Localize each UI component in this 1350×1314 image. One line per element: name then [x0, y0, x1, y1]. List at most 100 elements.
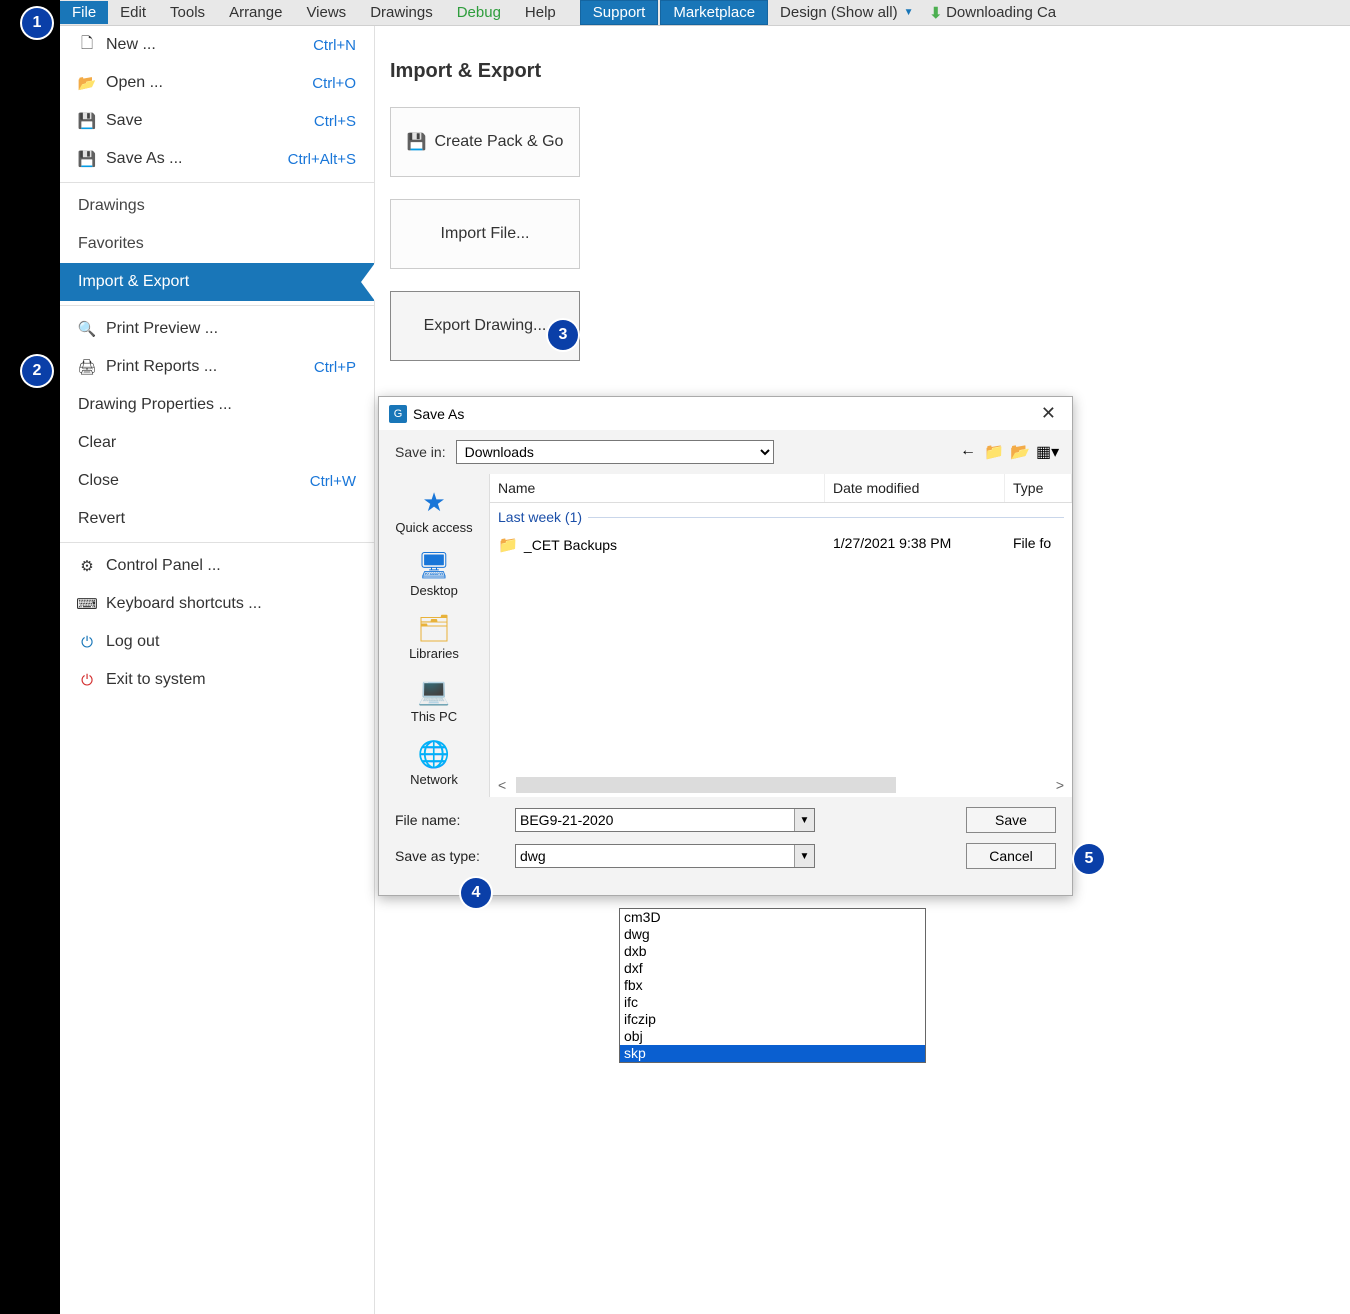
- file-name: _CET Backups: [524, 537, 617, 553]
- file-row[interactable]: 📁_CET Backups 1/27/2021 9:38 PM File fo: [490, 531, 1072, 559]
- new-folder-icon[interactable]: 📂: [1010, 442, 1030, 462]
- print-preview-icon: 🔍: [78, 320, 96, 338]
- type-option[interactable]: obj: [620, 1028, 925, 1045]
- save-type-label: Save as type:: [395, 848, 515, 864]
- callout-4: 4: [461, 878, 491, 908]
- type-option[interactable]: fbx: [620, 977, 925, 994]
- label: Network: [410, 772, 458, 787]
- label: Print Preview ...: [106, 320, 218, 338]
- label: Drawings: [78, 197, 145, 215]
- file-name-input[interactable]: BEG9-21-2020 ▼: [515, 808, 815, 832]
- label: Keyboard shortcuts ...: [106, 595, 262, 613]
- label: Clear: [78, 434, 116, 452]
- place-network[interactable]: 🌐Network: [379, 732, 489, 791]
- chevron-down-icon[interactable]: ▼: [794, 809, 814, 831]
- cancel-button[interactable]: Cancel: [966, 843, 1056, 869]
- type-option[interactable]: ifczip: [620, 1011, 925, 1028]
- file-log-out[interactable]: ⏻ Log out: [60, 623, 374, 661]
- import-file-button[interactable]: Import File...: [390, 199, 580, 269]
- place-this-pc[interactable]: 💻This PC: [379, 669, 489, 728]
- col-name[interactable]: Name: [490, 474, 825, 502]
- type-option[interactable]: dwg: [620, 926, 925, 943]
- label: Log out: [106, 633, 159, 651]
- dialog-toolbar: Save in: Downloads ← 📁 📂 ▦▾: [379, 430, 1072, 474]
- file-keyboard-shortcuts[interactable]: ⌨ Keyboard shortcuts ...: [60, 585, 374, 623]
- menu-drawings[interactable]: Drawings: [358, 1, 445, 24]
- column-headers[interactable]: Name Date modified Type: [490, 474, 1072, 503]
- save-in-dropdown[interactable]: Downloads: [456, 440, 774, 464]
- callout-2: 2: [22, 356, 52, 386]
- scrollbar-track[interactable]: [516, 777, 896, 793]
- close-button[interactable]: ✕: [1035, 403, 1062, 424]
- label: Quick access: [395, 520, 472, 535]
- design-dropdown-label: Design (Show all): [780, 4, 898, 21]
- place-libraries[interactable]: 🗂Libraries: [379, 606, 489, 665]
- file-drawing-properties[interactable]: Drawing Properties ...: [60, 386, 374, 424]
- file-close[interactable]: Close Ctrl+W: [60, 462, 374, 500]
- support-button[interactable]: Support: [580, 0, 659, 25]
- save-type-value: dwg: [520, 848, 546, 864]
- shortcut: Ctrl+P: [314, 359, 356, 376]
- menu-edit[interactable]: Edit: [108, 1, 158, 24]
- horizontal-scrollbar[interactable]: < >: [490, 773, 1072, 797]
- place-desktop[interactable]: 🖥Desktop: [379, 543, 489, 602]
- label: This PC: [411, 709, 457, 724]
- chevron-down-icon[interactable]: ▼: [794, 845, 814, 867]
- type-option-selected[interactable]: skp: [620, 1045, 925, 1062]
- label: Libraries: [409, 646, 459, 661]
- file-open-label: Open ...: [106, 74, 163, 92]
- file-favorites[interactable]: Favorites: [60, 225, 374, 263]
- places-bar: ★Quick access 🖥Desktop 🗂Libraries 💻This …: [379, 474, 489, 797]
- file-exit[interactable]: ⏻ Exit to system: [60, 661, 374, 699]
- view-menu-icon[interactable]: ▦▾: [1036, 442, 1056, 462]
- page-title: Import & Export: [390, 60, 1350, 83]
- download-arrow-icon: ⬇: [929, 4, 942, 22]
- type-option[interactable]: cm3D: [620, 909, 925, 926]
- label: Favorites: [78, 235, 144, 253]
- col-type[interactable]: Type: [1005, 474, 1072, 502]
- menu-debug[interactable]: Debug: [445, 1, 513, 24]
- back-icon[interactable]: ←: [958, 442, 978, 462]
- file-open[interactable]: 📂 Open ... Ctrl+O: [60, 64, 374, 102]
- file-print-reports[interactable]: 🖨 Print Reports ... Ctrl+P: [60, 348, 374, 386]
- menu-tools[interactable]: Tools: [158, 1, 217, 24]
- file-print-preview[interactable]: 🔍 Print Preview ...: [60, 310, 374, 348]
- power-icon: ⏻: [78, 671, 96, 689]
- menu-views[interactable]: Views: [294, 1, 358, 24]
- file-drawings[interactable]: Drawings: [60, 187, 374, 225]
- col-date[interactable]: Date modified: [825, 474, 1005, 502]
- menu-help[interactable]: Help: [513, 1, 568, 24]
- type-option[interactable]: dxf: [620, 960, 925, 977]
- dialog-title: Save As: [413, 406, 464, 422]
- scroll-right-icon[interactable]: >: [1052, 777, 1068, 793]
- file-name-label: File name:: [395, 812, 515, 828]
- file-name-value: BEG9-21-2020: [520, 812, 613, 828]
- save-type-dropdown[interactable]: dwg ▼: [515, 844, 815, 868]
- file-save[interactable]: 💾 Save Ctrl+S: [60, 102, 374, 140]
- marketplace-button[interactable]: Marketplace: [660, 0, 768, 25]
- create-pack-go-button[interactable]: 💾 Create Pack & Go: [390, 107, 580, 177]
- menu-arrange[interactable]: Arrange: [217, 1, 294, 24]
- file-type: File fo: [1013, 535, 1064, 555]
- design-dropdown[interactable]: Design (Show all) ▼: [768, 1, 925, 24]
- menu-file[interactable]: File: [60, 1, 108, 24]
- save-button[interactable]: Save: [966, 807, 1056, 833]
- up-folder-icon[interactable]: 📁: [984, 442, 1004, 462]
- file-revert[interactable]: Revert: [60, 500, 374, 538]
- downloading-text: Downloading Ca: [946, 4, 1056, 21]
- label: Exit to system: [106, 671, 206, 689]
- file-save-as[interactable]: 💾 Save As ... Ctrl+Alt+S: [60, 140, 374, 178]
- group-last-week[interactable]: Last week (1): [490, 503, 1072, 531]
- file-control-panel[interactable]: ⚙ Control Panel ...: [60, 547, 374, 585]
- file-new[interactable]: 🗋 New ... Ctrl+N: [60, 26, 374, 64]
- file-clear[interactable]: Clear: [60, 424, 374, 462]
- file-save-as-label: Save As ...: [106, 150, 182, 168]
- place-quick-access[interactable]: ★Quick access: [379, 480, 489, 539]
- label: Export Drawing...: [424, 317, 547, 335]
- callout-3: 3: [548, 320, 578, 350]
- network-icon: 🌐: [413, 736, 455, 772]
- scroll-left-icon[interactable]: <: [494, 777, 510, 793]
- type-option[interactable]: dxb: [620, 943, 925, 960]
- file-import-export[interactable]: Import & Export: [60, 263, 374, 301]
- type-option[interactable]: ifc: [620, 994, 925, 1011]
